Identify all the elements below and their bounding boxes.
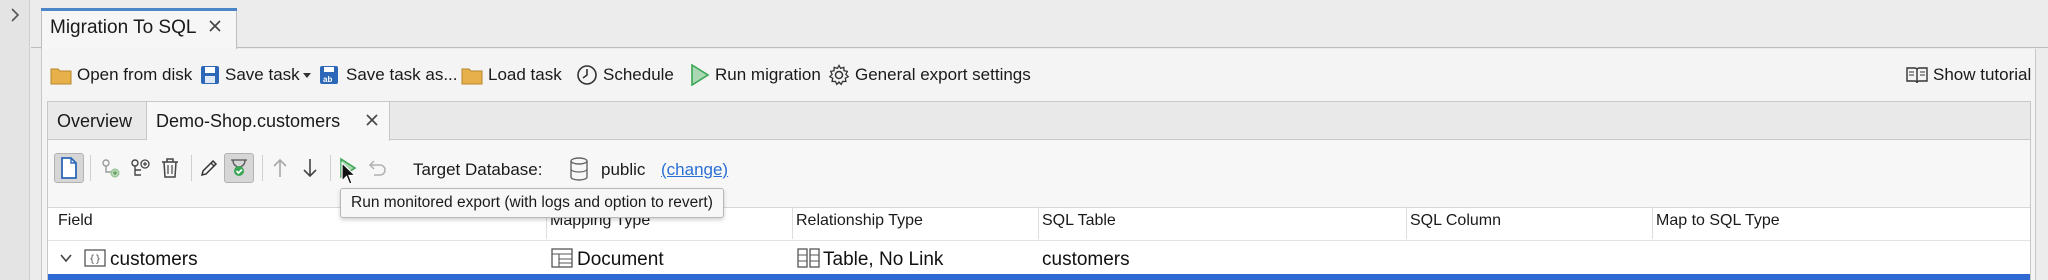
active-tab-indicator xyxy=(41,8,237,11)
show-tutorial-label: Show tutorial xyxy=(1933,65,2032,84)
revert-icon[interactable] xyxy=(363,153,393,183)
save-task-button[interactable]: Save task xyxy=(200,60,300,90)
cell-sql-table: customers xyxy=(1042,249,1130,270)
folder-icon xyxy=(461,65,483,85)
column-header-sql-column[interactable]: SQL Column xyxy=(1410,212,1501,230)
chevron-right-icon[interactable] xyxy=(9,8,21,22)
book-icon xyxy=(1906,65,1928,85)
save-task-as-button[interactable]: ab Save task as... xyxy=(319,60,458,90)
svg-text:{}: {} xyxy=(89,254,101,265)
cell-mapping-type: Document xyxy=(577,249,664,270)
play-icon xyxy=(690,64,710,86)
cell-field: customers xyxy=(110,249,198,270)
target-database-label: Target Database: xyxy=(413,160,543,179)
new-document-icon[interactable] xyxy=(54,153,84,183)
table-link-icon xyxy=(797,248,821,268)
svg-text:ab: ab xyxy=(323,75,332,84)
column-header-map-to-sql-type[interactable]: Map to SQL Type xyxy=(1656,212,1780,230)
add-branch-icon[interactable] xyxy=(125,153,155,183)
side-panel-collapsed xyxy=(0,0,30,280)
document-tab-title: Migration To SQL xyxy=(50,17,197,38)
column-divider[interactable] xyxy=(792,207,793,239)
column-divider[interactable] xyxy=(1038,207,1039,239)
document-icon xyxy=(551,248,573,268)
toolbar-separator xyxy=(330,155,331,181)
close-icon[interactable] xyxy=(365,113,379,127)
object-icon: {} xyxy=(84,249,106,267)
table-row[interactable] xyxy=(48,241,2030,274)
column-divider[interactable] xyxy=(1652,207,1653,239)
database-icon xyxy=(569,157,589,181)
load-task-button[interactable]: Load task xyxy=(461,60,562,90)
open-from-disk-label: Open from disk xyxy=(77,65,193,84)
floppy-as-icon: ab xyxy=(319,65,341,85)
open-from-disk-button[interactable]: Open from disk xyxy=(50,60,192,90)
cell-relationship-type: Table, No Link xyxy=(823,249,944,270)
add-node-icon[interactable] xyxy=(95,153,125,183)
show-tutorial-button[interactable]: Show tutorial xyxy=(1906,60,2031,90)
tab-demo-shop-customers[interactable]: Demo-Shop.customers xyxy=(147,102,390,141)
column-divider[interactable] xyxy=(1406,207,1407,239)
toolbar-separator xyxy=(90,155,91,181)
tab-overview-label: Overview xyxy=(57,111,133,131)
schedule-button[interactable]: Schedule xyxy=(576,60,674,90)
column-header-sql-table[interactable]: SQL Table xyxy=(1042,212,1116,230)
clock-icon xyxy=(576,64,598,86)
tab-demo-shop-customers-label: Demo-Shop.customers xyxy=(156,111,341,131)
chevron-down-icon[interactable] xyxy=(59,253,73,263)
arrow-up-icon[interactable] xyxy=(265,153,295,183)
floppy-icon xyxy=(200,65,220,85)
run-migration-label: Run migration xyxy=(715,65,821,84)
pencil-icon[interactable] xyxy=(194,153,224,183)
gear-icon xyxy=(828,64,850,86)
document-tabbar xyxy=(31,0,2048,48)
change-database-link[interactable]: (change) xyxy=(661,160,728,180)
toolbar-separator xyxy=(262,155,263,181)
folder-icon xyxy=(50,65,72,85)
validate-icon[interactable] xyxy=(224,153,254,183)
trash-icon[interactable] xyxy=(155,153,185,183)
run-migration-button[interactable]: Run migration xyxy=(690,60,821,90)
target-database-name: public xyxy=(601,160,646,179)
schedule-label: Schedule xyxy=(603,65,674,84)
general-export-settings-button[interactable]: General export settings xyxy=(828,60,1031,90)
toolbar-separator xyxy=(191,155,192,181)
mouse-cursor-icon xyxy=(341,162,357,186)
general-export-settings-label: General export settings xyxy=(855,65,1031,84)
caret-down-icon[interactable] xyxy=(302,72,312,80)
save-task-label: Save task xyxy=(225,65,300,84)
arrow-down-icon[interactable] xyxy=(295,153,325,183)
save-task-as-label: Save task as... xyxy=(346,65,458,84)
close-icon[interactable] xyxy=(208,19,222,33)
load-task-label: Load task xyxy=(488,65,562,84)
tooltip: Run monitored export (with logs and opti… xyxy=(340,188,724,218)
column-header-relationship-type[interactable]: Relationship Type xyxy=(796,212,923,230)
column-header-field[interactable]: Field xyxy=(58,212,93,230)
selected-row-highlight xyxy=(48,274,2030,280)
tab-overview[interactable]: Overview xyxy=(48,102,147,140)
